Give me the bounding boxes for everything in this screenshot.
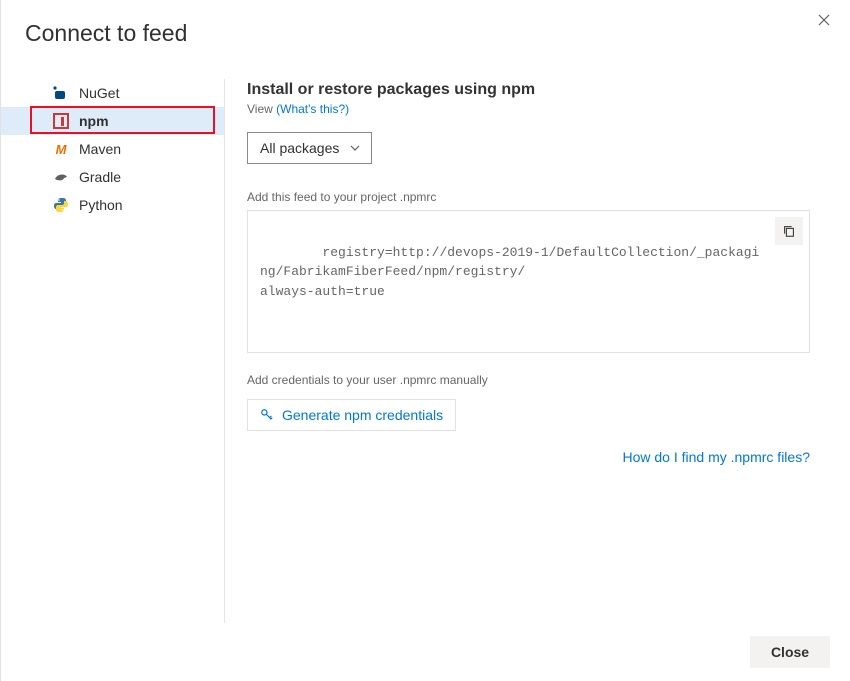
npmrc-code-block: registry=http://devops-2019-1/DefaultCol… [247,210,810,353]
close-button[interactable]: Close [750,636,830,668]
gradle-icon [53,169,69,185]
section-title: Install or restore packages using npm [247,81,810,99]
panel-header: Connect to feed [1,0,850,61]
dropdown-label: All packages [260,140,339,156]
view-label: View [247,102,273,116]
generate-credentials-button[interactable]: Generate npm credentials [247,399,456,431]
sidebar-item-npm[interactable]: npm [1,107,224,135]
sidebar-item-label: NuGet [79,85,119,101]
panel-body: NuGet npm M Maven Gradle [1,61,850,623]
help-link-row: How do I find my .npmrc files? [247,449,810,465]
sidebar-item-nuget[interactable]: NuGet [1,79,224,107]
copy-icon [782,224,796,238]
python-icon [53,197,69,213]
npm-icon [53,113,69,129]
view-line: View (What's this?) [247,102,810,116]
sidebar-item-label: Gradle [79,169,121,185]
code-text: registry=http://devops-2019-1/DefaultCol… [260,245,759,299]
sidebar-item-label: npm [79,113,109,129]
maven-icon: M [53,141,69,157]
copy-button[interactable] [775,217,803,245]
chevron-down-icon [349,142,361,154]
sidebar-item-maven[interactable]: M Maven [1,135,224,163]
sidebar-item-label: Maven [79,141,121,157]
sidebar-item-gradle[interactable]: Gradle [1,163,224,191]
user-npmrc-label: Add credentials to your user .npmrc manu… [247,373,810,387]
panel-title: Connect to feed [25,20,187,47]
generate-button-label: Generate npm credentials [282,407,443,423]
whats-this-link[interactable]: (What's this?) [276,102,349,116]
packages-dropdown[interactable]: All packages [247,132,372,164]
find-npmrc-link[interactable]: How do I find my .npmrc files? [622,449,810,465]
key-icon [260,408,274,422]
connect-to-feed-panel: Connect to feed NuGet npm M Maven [0,0,850,681]
panel-footer: Close [1,623,850,681]
nuget-icon [53,85,69,101]
main-content: Install or restore packages using npm Vi… [225,79,850,623]
project-npmrc-label: Add this feed to your project .npmrc [247,190,810,204]
sidebar-item-label: Python [79,197,123,213]
close-icon[interactable] [812,8,836,32]
sidebar-item-python[interactable]: Python [1,191,224,219]
x-icon [818,14,830,26]
sidebar: NuGet npm M Maven Gradle [1,79,225,623]
